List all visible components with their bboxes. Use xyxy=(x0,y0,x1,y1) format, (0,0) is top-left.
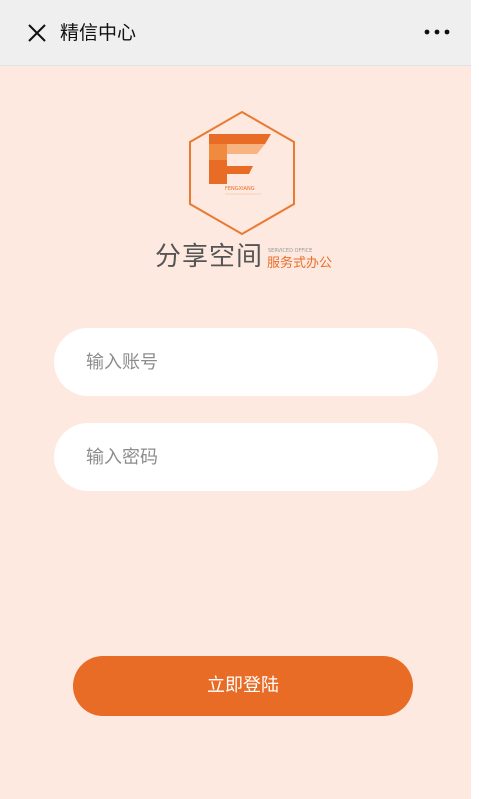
login-button[interactable]: 立即登陆 xyxy=(73,656,413,716)
logo-small-text: FENGXIANG xyxy=(225,186,255,192)
page-title: 精信中心 xyxy=(60,22,137,44)
more-icon[interactable] xyxy=(423,27,451,37)
account-input[interactable] xyxy=(54,328,438,396)
login-screen: 精信中心 FENGXIANG 分享空间 SERVICED OFFICE 服务式办… xyxy=(0,0,471,799)
brand-english: SERVICED OFFICE xyxy=(268,248,313,254)
hexagon-f-logo-icon: FENGXIANG xyxy=(189,110,295,236)
top-navbar: 精信中心 xyxy=(0,0,471,66)
brand-tagline: 服务式办公 xyxy=(267,256,333,271)
close-icon[interactable] xyxy=(26,22,48,44)
password-input[interactable] xyxy=(54,423,438,491)
brand-name: 分享空间 xyxy=(155,242,264,272)
